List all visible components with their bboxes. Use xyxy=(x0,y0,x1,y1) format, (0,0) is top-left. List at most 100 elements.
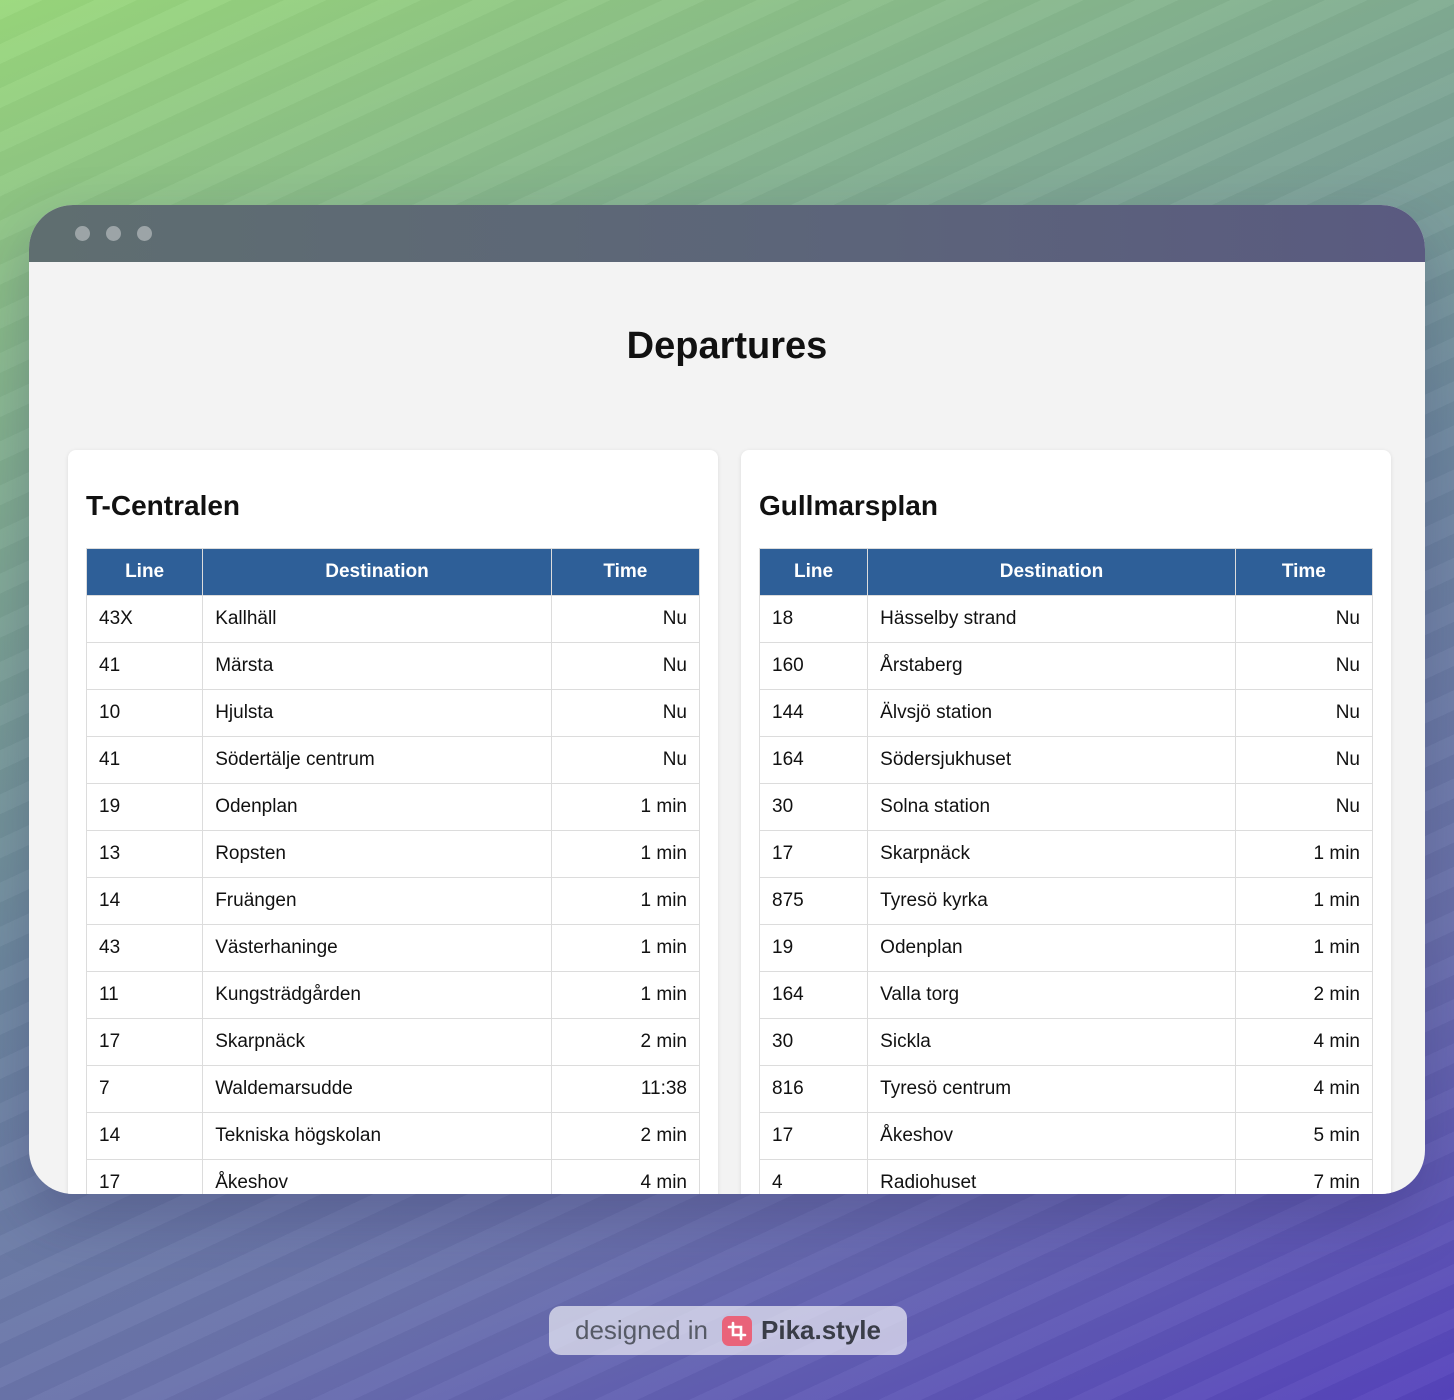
cell-line: 160 xyxy=(758,642,869,690)
cell-destination: Hässelby strand xyxy=(867,595,1236,643)
table-row: 30 Sickla 4 min xyxy=(758,1018,1374,1066)
watermark-badge[interactable]: designed in Pika.style xyxy=(549,1306,907,1355)
cell-time: 2 min xyxy=(550,1018,701,1066)
cell-line: 19 xyxy=(758,924,869,972)
cell-time: 4 min xyxy=(1234,1065,1374,1113)
cell-time: Nu xyxy=(550,595,701,643)
cell-line: 875 xyxy=(758,877,869,925)
cell-line: 14 xyxy=(85,1112,204,1160)
table-row: 17 Åkeshov 5 min xyxy=(758,1112,1374,1160)
cell-time: 1 min xyxy=(1234,877,1374,925)
cell-time: 1 min xyxy=(550,971,701,1019)
crop-icon xyxy=(722,1315,752,1346)
cell-destination: Västerhaninge xyxy=(202,924,552,972)
cell-line: 17 xyxy=(758,830,869,878)
table-row: 19 Odenplan 1 min xyxy=(85,783,701,831)
cell-destination: Älvsjö station xyxy=(867,689,1236,737)
cell-line: 7 xyxy=(85,1065,204,1113)
table-row: 17 Skarpnäck 1 min xyxy=(758,830,1374,878)
table-row: 18 Hässelby strand Nu xyxy=(758,595,1374,643)
table-row: 11 Kungsträdgården 1 min xyxy=(85,971,701,1019)
column-header-time: Time xyxy=(1234,548,1374,596)
cell-line: 164 xyxy=(758,736,869,784)
cell-destination: Odenplan xyxy=(202,783,552,831)
table-row: 4 Radiohuset 7 min xyxy=(758,1159,1374,1194)
cell-destination: Hjulsta xyxy=(202,689,552,737)
table-row: 160 Årstaberg Nu xyxy=(758,642,1374,690)
station-card-t-centralen: T-Centralen Line Destination Time 43X Kal… xyxy=(68,450,718,1194)
cell-destination: Åkeshov xyxy=(202,1159,552,1194)
cell-destination: Tekniska högskolan xyxy=(202,1112,552,1160)
cell-time: Nu xyxy=(550,736,701,784)
cell-destination: Sickla xyxy=(867,1018,1236,1066)
page-title: Departures xyxy=(626,325,828,367)
cell-time: 1 min xyxy=(1234,830,1374,878)
table-header-row: Line Destination Time xyxy=(85,548,701,596)
cell-destination: Valla torg xyxy=(867,971,1236,1019)
column-header-line: Line xyxy=(85,548,204,596)
cell-line: 816 xyxy=(758,1065,869,1113)
station-title: Gullmarsplan xyxy=(759,490,938,521)
cell-destination: Skarpnäck xyxy=(202,1018,552,1066)
cell-destination: Kallhäll xyxy=(202,595,552,643)
cell-destination: Odenplan xyxy=(867,924,1236,972)
cell-time: 1 min xyxy=(550,924,701,972)
window-titlebar xyxy=(29,205,1425,262)
cell-line: 144 xyxy=(758,689,869,737)
cell-time: Nu xyxy=(550,689,701,737)
window-minimize-dot[interactable] xyxy=(106,226,121,241)
cell-line: 30 xyxy=(758,1018,869,1066)
table-row: 875 Tyresö kyrka 1 min xyxy=(758,877,1374,925)
watermark-prefix: designed in xyxy=(575,1315,708,1345)
cell-line: 43 xyxy=(85,924,204,972)
cell-line: 30 xyxy=(758,783,869,831)
table-row: 14 Tekniska högskolan 2 min xyxy=(85,1112,701,1160)
cell-time: 11:38 xyxy=(550,1065,701,1113)
cell-destination: Radiohuset xyxy=(867,1159,1236,1194)
table-row: 17 Åkeshov 4 min xyxy=(85,1159,701,1194)
cell-destination: Åkeshov xyxy=(867,1112,1236,1160)
column-header-line: Line xyxy=(758,548,869,596)
table-row: 164 Södersjukhuset Nu xyxy=(758,736,1374,784)
cell-time: 5 min xyxy=(1234,1112,1374,1160)
table-row: 816 Tyresö centrum 4 min xyxy=(758,1065,1374,1113)
table-header-row: Line Destination Time xyxy=(758,548,1374,596)
cell-line: 17 xyxy=(85,1159,204,1194)
cell-time: Nu xyxy=(1234,736,1374,784)
departures-table: Line Destination Time 43X Kallhäll Nu 41 Mär… xyxy=(85,548,701,1194)
cell-line: 10 xyxy=(85,689,204,737)
cell-destination: Tyresö kyrka xyxy=(867,877,1236,925)
station-card-gullmarsplan: Gullmarsplan Line Destination Time 18 Häs… xyxy=(741,450,1391,1194)
cell-time: 1 min xyxy=(550,783,701,831)
cell-line: 4 xyxy=(758,1159,869,1194)
cell-time: Nu xyxy=(1234,595,1374,643)
window-maximize-dot[interactable] xyxy=(137,226,152,241)
cell-destination: Solna station xyxy=(867,783,1236,831)
cell-line: 14 xyxy=(85,877,204,925)
table-row: 164 Valla torg 2 min xyxy=(758,971,1374,1019)
cell-time: 1 min xyxy=(550,830,701,878)
cell-destination: Södertälje centrum xyxy=(202,736,552,784)
column-header-destination: Destination xyxy=(867,548,1236,596)
watermark-brand: Pika.style xyxy=(761,1315,881,1345)
column-header-destination: Destination xyxy=(202,548,552,596)
cell-destination: Waldemarsudde xyxy=(202,1065,552,1113)
cell-destination: Kungsträdgården xyxy=(202,971,552,1019)
table-row: 144 Älvsjö station Nu xyxy=(758,689,1374,737)
cell-time: Nu xyxy=(1234,783,1374,831)
cell-destination: Märsta xyxy=(202,642,552,690)
cell-time: 1 min xyxy=(1234,924,1374,972)
cell-destination: Fruängen xyxy=(202,877,552,925)
cell-line: 43X xyxy=(85,595,204,643)
cell-time: 4 min xyxy=(1234,1018,1374,1066)
table-row: 43X Kallhäll Nu xyxy=(85,595,701,643)
browser-window: Departures T-Centralen Line Destination … xyxy=(29,205,1425,1194)
cell-time: 2 min xyxy=(1234,971,1374,1019)
cell-time: 2 min xyxy=(550,1112,701,1160)
cell-line: 41 xyxy=(85,736,204,784)
cell-destination: Södersjukhuset xyxy=(867,736,1236,784)
table-row: 19 Odenplan 1 min xyxy=(758,924,1374,972)
window-close-dot[interactable] xyxy=(75,226,90,241)
cell-line: 11 xyxy=(85,971,204,1019)
departures-table: Line Destination Time 18 Hässelby strand N… xyxy=(758,548,1374,1194)
